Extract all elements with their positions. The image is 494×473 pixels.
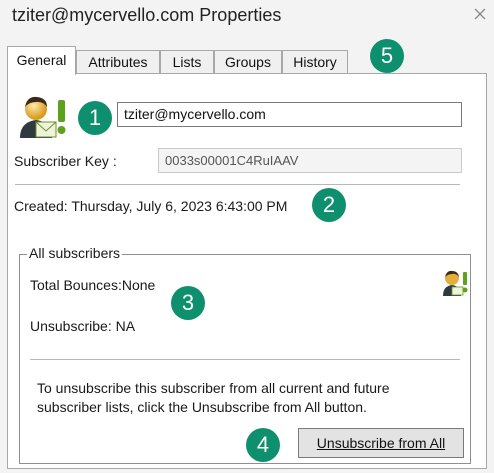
divider (15, 184, 460, 185)
total-bounces-text: Total Bounces:None (30, 277, 156, 293)
subscriber-person-mail-icon (20, 96, 66, 138)
callout-3-badge: 3 (171, 286, 205, 320)
subscriber-key-field[interactable]: 0033s00001C4RuIAAV (158, 148, 462, 173)
created-text: Created: Thursday, July 6, 2023 6:43:00 … (14, 198, 288, 214)
tab-attributes[interactable]: Attributes (76, 50, 160, 73)
all-subscribers-legend: All subscribers (27, 245, 123, 261)
subscriber-small-icon (443, 270, 468, 296)
tab-lists[interactable]: Lists (160, 50, 214, 73)
callout-4-badge: 4 (246, 428, 280, 462)
group-divider (30, 359, 460, 360)
unsubscribe-from-all-button[interactable]: Unsubscribe from All (298, 428, 464, 458)
callout-1-badge: 1 (78, 101, 112, 135)
unsubscribe-instructions: To unsubscribe this subscriber from all … (37, 380, 390, 415)
title-bar: tziter@mycervello.com Properties (0, 0, 494, 34)
window-title: tziter@mycervello.com Properties (12, 5, 282, 25)
unsubscribe-button-label: Unsubscribe from All (316, 435, 446, 451)
unsubscribe-status-text: Unsubscribe: NA (30, 318, 136, 334)
tab-groups[interactable]: Groups (214, 50, 282, 73)
tab-history[interactable]: History (282, 50, 348, 73)
email-field[interactable]: tziter@mycervello.com (117, 102, 462, 127)
callout-2-badge: 2 (312, 188, 346, 222)
subscriber-key-label: Subscriber Key : (14, 153, 117, 169)
callout-5-badge: 5 (370, 39, 404, 73)
tab-general[interactable]: General (7, 46, 76, 75)
close-icon[interactable] (472, 6, 488, 22)
